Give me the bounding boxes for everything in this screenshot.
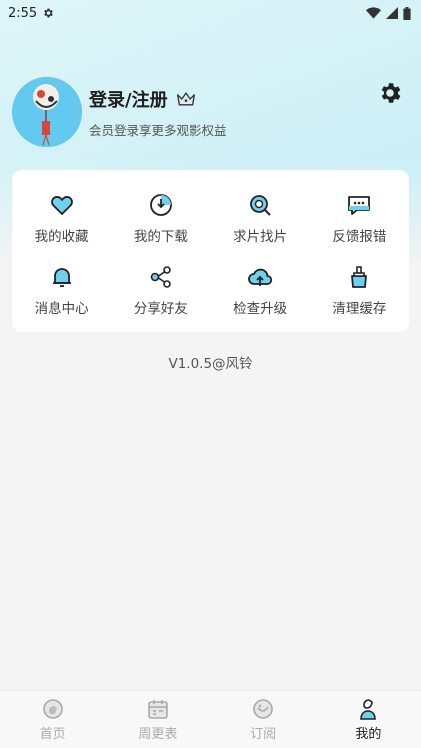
nav-home[interactable]: 首页 (0, 691, 105, 748)
crown-icon (176, 92, 195, 105)
function-card: 我的收藏 我的下载 求片找片 反馈报错 消息中心 分享好友 检查升级 清理缓存 (12, 170, 409, 332)
battery-icon (403, 6, 411, 20)
menu-item-label: 消息中心 (34, 300, 89, 317)
nav-label: 订阅 (250, 727, 277, 742)
profile-header: 登录/注册 会员登录享更多观影权益 (12, 76, 409, 148)
menu-item-label: 反馈报错 (332, 228, 387, 245)
clean-icon (351, 265, 368, 288)
menu-item-check-update[interactable]: 检查升级 (211, 254, 310, 326)
profile-subtitle: 会员登录享更多观影权益 (89, 122, 227, 138)
menu-item-clear-cache[interactable]: 清理缓存 (310, 254, 409, 326)
nav-label: 我的 (355, 727, 382, 742)
home-icon (42, 699, 63, 719)
menu-item-request-film[interactable]: 求片找片 (211, 182, 310, 254)
gear-icon (381, 83, 401, 103)
calendar-icon (148, 700, 168, 719)
nav-label: 周更表 (138, 727, 178, 742)
subscribe-icon (253, 699, 273, 719)
menu-item-label: 分享好友 (133, 300, 188, 317)
profile-icon (360, 699, 377, 720)
login-row: 登录/注册 (89, 86, 227, 112)
profile-text: 登录/注册 会员登录享更多观影权益 (89, 86, 227, 139)
wifi-icon (366, 7, 381, 19)
version-text: V1.0.5@风铃 (168, 356, 253, 372)
nav-profile[interactable]: 我的 (316, 691, 421, 748)
status-bar: 2:55 (0, 0, 421, 26)
menu-item-label: 我的下载 (133, 228, 188, 245)
settings-gear-icon (44, 8, 54, 18)
wind-chime-avatar (12, 77, 82, 147)
bell-icon (52, 267, 71, 287)
feedback-icon (348, 195, 371, 215)
status-time: 2:55 (8, 5, 38, 21)
upgrade-icon (248, 268, 273, 286)
menu-item-downloads[interactable]: 我的下载 (111, 182, 210, 254)
menu-item-label: 我的收藏 (34, 228, 89, 245)
status-left: 2:55 (8, 6, 54, 21)
search-film-icon (250, 194, 271, 216)
nav-subscribe[interactable]: 订阅 (211, 691, 316, 748)
status-right (366, 6, 411, 20)
share-icon (150, 265, 171, 288)
profile-screen: 2:55 登录/注册 会员登录享更多观影权益 我的收藏 我的下载 求片找片 反馈… (0, 0, 421, 748)
download-icon (149, 193, 172, 216)
menu-item-label: 检查升级 (233, 300, 288, 317)
avatar[interactable] (12, 77, 82, 147)
login-register-link[interactable]: 登录/注册 (89, 86, 168, 112)
bottom-nav: 首页 周更表 订阅 我的 (0, 690, 421, 748)
heart-icon (50, 195, 73, 215)
menu-item-label: 求片找片 (233, 228, 288, 245)
nav-label: 首页 (39, 727, 66, 742)
menu-item-feedback[interactable]: 反馈报错 (310, 182, 409, 254)
settings-button[interactable] (377, 80, 403, 106)
nav-weekly-schedule[interactable]: 周更表 (105, 691, 210, 748)
menu-item-label: 清理缓存 (332, 300, 387, 317)
signal-icon (386, 7, 398, 19)
menu-item-favorites[interactable]: 我的收藏 (12, 182, 111, 254)
menu-item-messages[interactable]: 消息中心 (12, 254, 111, 326)
menu-item-share[interactable]: 分享好友 (111, 254, 210, 326)
